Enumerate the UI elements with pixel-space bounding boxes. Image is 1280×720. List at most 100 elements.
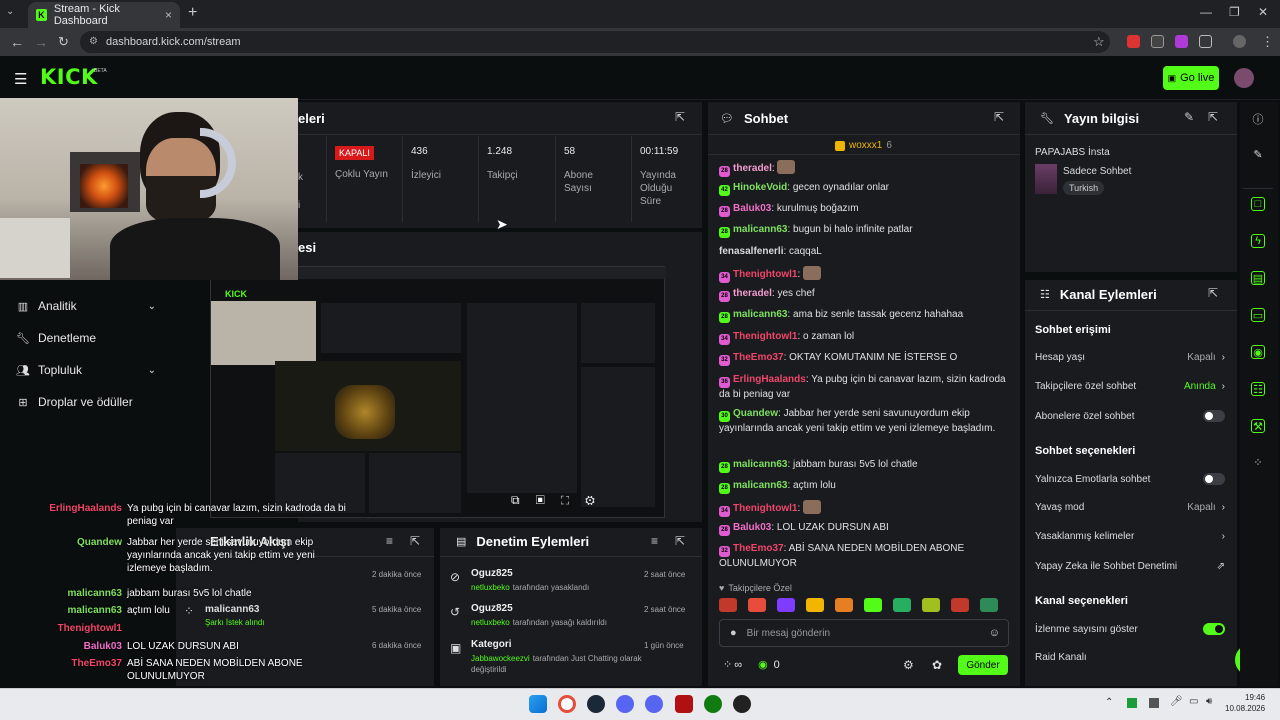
discord-icon[interactable] [645, 695, 663, 713]
mod-action-user[interactable]: Oguz825 [471, 568, 513, 579]
profile-icon[interactable] [1233, 35, 1246, 48]
mod-action-target[interactable]: netluxbeko [471, 583, 510, 592]
browser-tab[interactable]: K Stream - Kick Dashboard × [28, 2, 180, 28]
emote-icon[interactable] [835, 598, 853, 612]
slow-mode-row[interactable]: Yavaş mod Kapalı › [1035, 502, 1225, 513]
mod-action-target[interactable]: netluxbeko [471, 618, 510, 627]
video-controls[interactable]: ⧉▣⛶⚙ [511, 493, 611, 508]
chat-username[interactable]: HinokeVoid [733, 182, 787, 193]
pencil-icon[interactable]: ✎ [1251, 148, 1265, 162]
network-icon[interactable]: ▭ [1189, 696, 1198, 707]
microphone-icon[interactable]: 🎤︎ [1170, 696, 1183, 707]
minimize-icon[interactable]: — [1200, 5, 1212, 19]
mod-action-user[interactable]: Oguz825 [471, 603, 513, 614]
emote-icon[interactable] [893, 598, 911, 612]
wrench-icon[interactable]: ⚒ [1251, 419, 1265, 433]
emote-icon[interactable] [980, 598, 998, 612]
chat-username[interactable]: malicann63 [733, 224, 787, 235]
start-icon[interactable] [529, 695, 547, 713]
settings-badge-icon[interactable]: ✿ [932, 658, 942, 672]
new-tab-icon[interactable]: + [188, 4, 197, 22]
mod-action-user[interactable]: Kategori [471, 639, 512, 650]
extension-icon[interactable] [1127, 35, 1140, 48]
url-input[interactable]: ⚙ dashboard.kick.com/stream [80, 31, 1110, 53]
chat-username[interactable]: malicann63 [733, 309, 787, 320]
extension-icon[interactable] [1175, 35, 1188, 48]
emote-icon[interactable]: ☺ [989, 627, 1000, 639]
emoji-picker-icon[interactable]: ● [730, 627, 737, 639]
chat-username[interactable]: Thenightowl1 [733, 503, 797, 514]
account-age-row[interactable]: Hesap yaşı Kapalı › [1035, 352, 1225, 363]
extensions-puzzle-icon[interactable] [1199, 35, 1212, 48]
chat-username[interactable]: Baluk03 [733, 522, 771, 533]
forward-icon[interactable]: → [34, 34, 48, 50]
site-info-icon[interactable]: ⚙ [89, 31, 98, 53]
subs-chat-toggle[interactable] [1203, 410, 1225, 422]
list-icon[interactable]: ☷ [1251, 382, 1265, 396]
chrome-icon[interactable] [558, 695, 576, 713]
chat-input[interactable]: ● Bir mesaj gönderin ☺ [719, 619, 1009, 647]
show-viewers-toggle[interactable] [1203, 623, 1225, 635]
close-window-icon[interactable]: ✕ [1258, 5, 1268, 19]
kick-points-icon[interactable]: ⁘ [1251, 456, 1265, 470]
menu-icon[interactable]: ☰ [14, 70, 27, 88]
reload-icon[interactable]: ↻ [58, 34, 69, 50]
popout-icon[interactable]: ⇱ [1208, 286, 1218, 300]
back-icon[interactable]: ← [10, 34, 24, 50]
tray-icon[interactable] [1127, 698, 1137, 708]
go-live-button[interactable]: ▣ Go live [1163, 66, 1219, 90]
emote-icon[interactable] [951, 598, 969, 612]
filter-icon[interactable]: ≡ [651, 534, 658, 548]
xbox-icon[interactable] [704, 695, 722, 713]
kick-logo[interactable]: KICK [40, 65, 98, 89]
chevron-up-icon[interactable]: ⌃ [1105, 697, 1113, 708]
stream-video[interactable]: KICK ⧉▣⛶⚙ [210, 266, 666, 518]
chat-username[interactable]: Quandew [733, 408, 778, 419]
chat-username[interactable]: Thenightowl1 [733, 269, 797, 280]
emote-icon[interactable] [777, 598, 795, 612]
popout-icon[interactable]: ⇱ [1208, 110, 1218, 124]
sidebar-item-community[interactable]: 👥︎ Topluluk ⌄ [16, 363, 156, 377]
obs-icon[interactable] [733, 695, 751, 713]
chat-username[interactable]: theradel [733, 163, 772, 174]
raid-row[interactable]: Raid Kanalı [1035, 652, 1185, 663]
chat-username[interactable]: ErlingHaalands [733, 374, 806, 385]
extension-icon[interactable] [1151, 35, 1164, 48]
filter-icon[interactable]: ≡ [386, 534, 393, 548]
bolt-icon[interactable]: ϟ [1251, 234, 1265, 248]
more-menu-icon[interactable]: ⋮ [1261, 34, 1274, 50]
edit-icon[interactable]: ✎ [1184, 110, 1194, 124]
discord-icon[interactable] [616, 695, 634, 713]
tray-icon[interactable] [1149, 698, 1159, 708]
user-avatar[interactable] [1234, 68, 1254, 88]
chat-username[interactable]: fenasalfenerli [719, 246, 783, 257]
volume-icon[interactable]: 🔊︎ [1206, 696, 1212, 707]
emotes-only-toggle[interactable] [1203, 473, 1225, 485]
emote-icon[interactable] [864, 598, 882, 612]
sidebar-item-drops[interactable]: ⊞ Droplar ve ödüller [16, 395, 132, 409]
chat-username[interactable]: Baluk03 [733, 203, 771, 214]
maximize-icon[interactable]: ❐ [1229, 5, 1240, 19]
chat-username[interactable]: theradel [733, 288, 772, 299]
app-icon[interactable] [675, 695, 693, 713]
popout-icon[interactable]: ⇱ [994, 110, 1004, 124]
banned-words-row[interactable]: Yasaklanmış kelimeler › [1035, 531, 1225, 542]
broadcast-icon[interactable]: ◉ [1251, 345, 1265, 359]
chat-username[interactable]: Thenightowl1 [733, 331, 797, 342]
sidebar-item-analytics[interactable]: ▥ Analitik ⌄ [16, 299, 156, 313]
channel-points-icon[interactable]: ◉ [758, 658, 768, 671]
kick-points-icon[interactable]: ⁘ [723, 658, 732, 671]
stream-category[interactable]: Sadece Sohbet [1063, 166, 1131, 177]
ai-moderation-row[interactable]: Yapay Zeka ile Sohbet Denetimi ⇗ [1035, 561, 1225, 572]
chat-icon[interactable]: ▭ [1251, 308, 1265, 322]
record-icon[interactable]: □ [1251, 197, 1265, 211]
sidebar-item-moderation[interactable]: 🔧︎ Denetleme [16, 331, 96, 345]
clock[interactable]: 19:46 10.08.2026 [1225, 692, 1265, 714]
info-icon[interactable]: ⓘ [1251, 111, 1265, 126]
close-tab-icon[interactable]: × [165, 8, 172, 22]
emote-icon[interactable] [922, 598, 940, 612]
gear-icon[interactable]: ⚙ [903, 658, 914, 672]
send-button[interactable]: Gönder [958, 655, 1008, 675]
emote-icon[interactable] [806, 598, 824, 612]
tab-search-icon[interactable]: ⌄ [6, 6, 14, 17]
